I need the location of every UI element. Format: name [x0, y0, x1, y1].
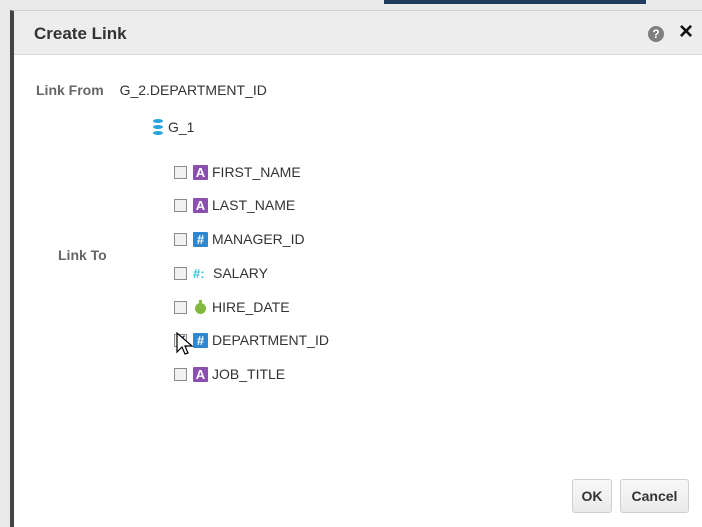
- link-from-row: Link From G_2.DEPARTMENT_ID: [36, 82, 267, 100]
- field-label: HIRE_DATE: [212, 299, 290, 315]
- tree-item-first-name[interactable]: A FIRST_NAME: [174, 163, 301, 181]
- link-to-label: Link To: [58, 247, 107, 263]
- mouse-pointer-icon: [176, 332, 194, 355]
- link-from-label: Link From: [36, 82, 104, 98]
- last-name-checkbox[interactable]: [174, 198, 187, 212]
- tree-root[interactable]: G_1: [153, 117, 194, 137]
- close-icon[interactable]: ×: [674, 20, 698, 44]
- numeric-measure-icon: #:: [193, 265, 205, 281]
- tree-item-last-name[interactable]: A LAST_NAME: [174, 196, 295, 214]
- tree-item-department-id[interactable]: # DEPARTMENT_ID: [174, 331, 329, 349]
- cancel-button[interactable]: Cancel: [620, 479, 689, 513]
- field-label: LAST_NAME: [212, 197, 296, 213]
- header-accent-bar: [384, 0, 646, 4]
- create-link-dialog: Create Link ? × Link From G_2.DEPARTMENT…: [10, 10, 702, 527]
- field-tree: G_1 A FIRST_NAME A LAST_NAME # MANAGER_I…: [153, 117, 433, 382]
- number-icon: #: [193, 231, 208, 247]
- tree-root-label: G_1: [168, 119, 195, 135]
- field-label: FIRST_NAME: [212, 164, 301, 180]
- hire-date-checkbox[interactable]: [174, 300, 187, 314]
- dialog-titlebar: Create Link ? ×: [14, 11, 702, 55]
- date-icon: [193, 299, 208, 315]
- tree-item-salary[interactable]: #: SALARY: [174, 264, 268, 282]
- help-icon[interactable]: ?: [648, 26, 664, 42]
- string-icon: A: [193, 366, 208, 382]
- field-label: SALARY: [213, 265, 268, 281]
- tree-item-job-title[interactable]: A JOB_TITLE: [174, 365, 285, 383]
- tree-item-manager-id[interactable]: # MANAGER_ID: [174, 230, 305, 248]
- field-label: JOB_TITLE: [212, 366, 286, 382]
- tree-item-hire-date[interactable]: HIRE_DATE: [174, 298, 290, 316]
- field-label: DEPARTMENT_ID: [212, 332, 329, 348]
- link-from-value: G_2.DEPARTMENT_ID: [119, 82, 267, 98]
- manager-id-checkbox[interactable]: [174, 232, 187, 246]
- job-title-checkbox[interactable]: [174, 367, 187, 381]
- number-icon: #: [193, 332, 208, 348]
- string-icon: A: [193, 164, 208, 180]
- salary-checkbox[interactable]: [174, 266, 187, 280]
- dialog-buttons: OK Cancel: [572, 479, 689, 513]
- first-name-checkbox[interactable]: [174, 165, 187, 179]
- ok-button[interactable]: OK: [572, 479, 612, 513]
- string-icon: A: [193, 197, 208, 213]
- database-icon: [153, 119, 163, 135]
- dialog-title: Create Link: [34, 24, 127, 43]
- field-label: MANAGER_ID: [212, 231, 305, 247]
